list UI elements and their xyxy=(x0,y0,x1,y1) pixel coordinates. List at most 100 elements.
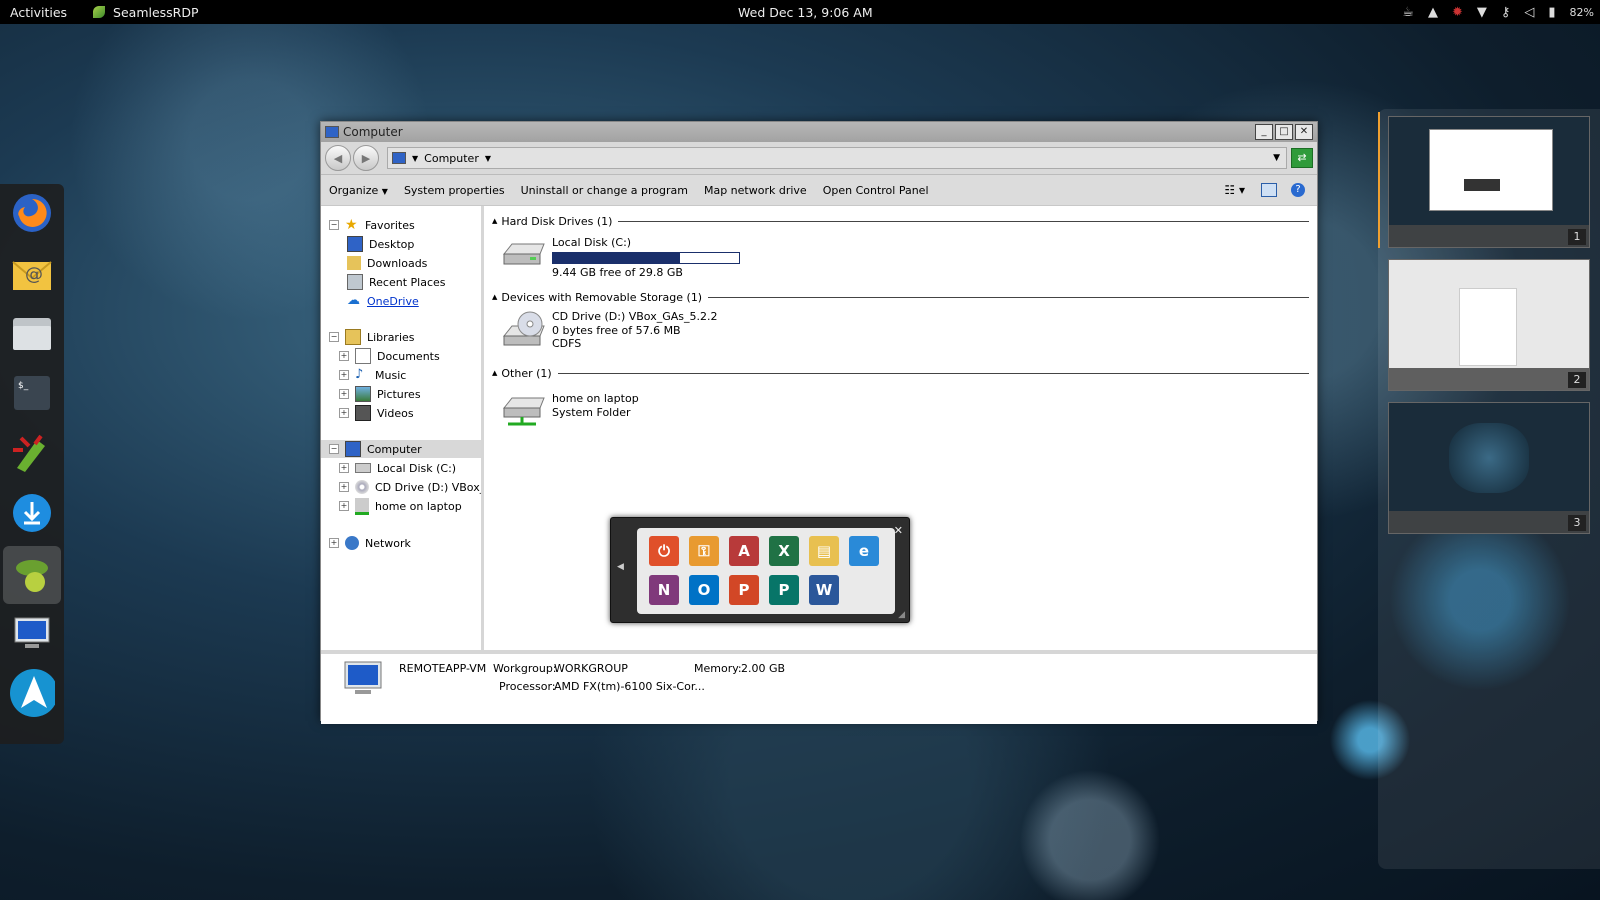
tree-item-desktop[interactable]: Desktop xyxy=(347,235,414,253)
workspace-number: 1 xyxy=(1568,229,1586,245)
svg-text:@: @ xyxy=(25,264,43,285)
system-properties-button[interactable]: System properties xyxy=(396,184,513,197)
explorer-window: Computer _ □ ✕ ◀ ▶ ▼ Computer ▼ ▼ ⇄ Orga… xyxy=(320,121,1318,724)
paint-icon[interactable] xyxy=(9,430,55,476)
word-icon[interactable]: W xyxy=(809,575,839,605)
tree-item-downloads[interactable]: Downloads xyxy=(347,254,427,272)
app-name: SeamlessRDP xyxy=(113,4,199,20)
tree-libraries[interactable]: − Libraries xyxy=(329,328,415,346)
processor-label: Processor: xyxy=(499,680,556,693)
terminal-icon[interactable]: $_ xyxy=(9,370,55,416)
explorer-icon[interactable]: ▤ xyxy=(809,536,839,566)
minimize-button[interactable]: _ xyxy=(1255,124,1273,140)
workspace-3[interactable]: 3 xyxy=(1388,402,1590,534)
tree-network[interactable]: + Network xyxy=(329,534,411,552)
tree-item-recent-places[interactable]: Recent Places xyxy=(347,273,446,291)
dock: @ $_ xyxy=(0,184,64,744)
organize-button[interactable]: Organize ▼ xyxy=(321,184,396,197)
powerpoint-icon[interactable]: P xyxy=(729,575,759,605)
documents-icon xyxy=(355,348,371,364)
downloads-icon xyxy=(347,256,361,270)
memory-label: Memory: xyxy=(694,662,742,675)
cd-drive-filesystem: CDFS xyxy=(552,337,582,350)
help-icon[interactable]: ? xyxy=(1291,183,1305,197)
excel-icon[interactable]: X xyxy=(769,536,799,566)
close-button[interactable]: ✕ xyxy=(1295,124,1313,140)
onenote-icon[interactable]: N xyxy=(649,575,679,605)
tree-item-documents[interactable]: + Documents xyxy=(339,347,440,365)
tree-item-local-disk[interactable]: + Local Disk (C:) xyxy=(339,459,456,477)
wifi-icon[interactable]: ▼ xyxy=(1477,5,1487,20)
remote-desktop-icon[interactable] xyxy=(9,610,55,656)
address-dropdown-icon[interactable]: ▼ xyxy=(1273,153,1280,163)
uninstall-program-button[interactable]: Uninstall or change a program xyxy=(513,184,696,197)
address-bar[interactable]: ▼ Computer ▼ ▼ xyxy=(387,147,1287,169)
tree-computer[interactable]: − Computer xyxy=(321,440,481,458)
disk-usage-bar xyxy=(552,251,740,264)
group-header-other[interactable]: ▲ Other (1) xyxy=(492,366,1309,380)
launcher-close-button[interactable]: ✕ xyxy=(894,524,903,537)
libraries-icon xyxy=(345,329,361,345)
tree-item-cd-drive[interactable]: +CD Drive (D:) VBox_GAs_5.2.2 xyxy=(339,478,481,496)
svg-text:$_: $_ xyxy=(18,381,29,391)
tree-item-music[interactable]: + ♪ Music xyxy=(339,366,406,384)
workspace-1[interactable]: 1 xyxy=(1388,116,1590,248)
files-icon[interactable] xyxy=(9,310,55,356)
refresh-button[interactable]: ⇄ xyxy=(1291,148,1313,168)
access-icon[interactable]: A xyxy=(729,536,759,566)
key-icon[interactable]: ⚷ xyxy=(1501,5,1511,20)
battery-icon[interactable]: ▮ xyxy=(1548,5,1555,20)
tree-item-onedrive[interactable]: ☁ OneDrive xyxy=(347,292,419,310)
mug-icon[interactable]: ☕ xyxy=(1402,5,1414,20)
active-workspace-indicator xyxy=(1378,112,1380,248)
system-tray[interactable]: ☕ ▲ ✹ ▼ ⚷ ◁ ▮ 82% xyxy=(1402,5,1594,20)
breadcrumb-chevron-icon[interactable]: ▼ xyxy=(412,154,418,163)
seamlessrdp-icon[interactable] xyxy=(3,546,61,604)
tree-item-home[interactable]: + home on laptop xyxy=(339,497,462,515)
volume-icon[interactable]: ◁ xyxy=(1524,5,1534,20)
workspace-number: 3 xyxy=(1568,515,1586,531)
chevron-down-icon[interactable]: ▼ xyxy=(485,154,491,163)
arch-updates-icon[interactable]: ▲ xyxy=(1428,5,1438,20)
outlook-icon[interactable]: O xyxy=(689,575,719,605)
computer-name: REMOTEAPP-VM xyxy=(399,662,487,675)
gear-red-icon[interactable]: ✹ xyxy=(1452,5,1463,20)
activities-button[interactable]: Activities xyxy=(10,5,67,20)
workspace-number: 2 xyxy=(1568,372,1586,388)
workspace-2[interactable]: 2 xyxy=(1388,259,1590,391)
group-header-removable[interactable]: ▲ Devices with Removable Storage (1) xyxy=(492,290,1309,304)
maximize-button[interactable]: □ xyxy=(1275,124,1293,140)
resize-grip-icon[interactable]: ◢ xyxy=(898,610,905,620)
top-bar: Activities SeamlessRDP Wed Dec 13, 9:06 … xyxy=(0,0,1600,24)
tree-item-videos[interactable]: + Videos xyxy=(339,404,414,422)
back-button[interactable]: ◀ xyxy=(325,145,351,171)
shutdown-icon[interactable]: ⏻ xyxy=(649,536,679,566)
publisher-icon[interactable]: P xyxy=(769,575,799,605)
workgroup-value: WORKGROUP xyxy=(554,662,628,675)
details-pane: REMOTEAPP-VM Workgroup: WORKGROUP Memory… xyxy=(321,650,1317,724)
tree-item-pictures[interactable]: + Pictures xyxy=(339,385,421,403)
firefox-icon[interactable] xyxy=(9,190,55,236)
view-options-icon[interactable]: ☷ ▾ xyxy=(1224,183,1245,197)
collapse-arrow-icon[interactable]: ◀ xyxy=(617,562,624,572)
preview-pane-icon[interactable] xyxy=(1261,183,1277,197)
app-launcher-widget: ◀ ✕ ⏻ ⚿ A X ▤ e N O P P W ◢ xyxy=(610,517,910,623)
app-menu[interactable]: SeamlessRDP xyxy=(93,5,199,20)
local-disk-item[interactable]: Local Disk (C:) 9.44 GB free of 29.8 GB xyxy=(500,236,740,279)
ie-icon[interactable]: e xyxy=(849,536,879,566)
group-header-hdd[interactable]: ▲ Hard Disk Drives (1) xyxy=(492,214,1309,228)
open-control-panel-button[interactable]: Open Control Panel xyxy=(815,184,937,197)
window-titlebar[interactable]: Computer _ □ ✕ xyxy=(321,122,1317,142)
archlinux-icon[interactable] xyxy=(9,669,55,717)
cd-drive-item[interactable]: CD Drive (D:) VBox_GAs_5.2.2 0 bytes fre… xyxy=(500,310,717,351)
breadcrumb[interactable]: Computer xyxy=(424,152,479,165)
clock[interactable]: Wed Dec 13, 9:06 AM xyxy=(738,5,873,20)
keys-icon[interactable]: ⚿ xyxy=(689,536,719,566)
navigation-pane: − ★ Favorites Desktop Downloads Recent Pla… xyxy=(321,206,484,650)
forward-button[interactable]: ▶ xyxy=(353,145,379,171)
tree-favorites[interactable]: − ★ Favorites xyxy=(329,216,415,234)
home-on-laptop-item[interactable]: home on laptop System Folder xyxy=(500,392,639,426)
mail-icon[interactable]: @ xyxy=(9,250,55,296)
map-network-drive-button[interactable]: Map network drive xyxy=(696,184,815,197)
download-icon[interactable] xyxy=(9,490,55,536)
